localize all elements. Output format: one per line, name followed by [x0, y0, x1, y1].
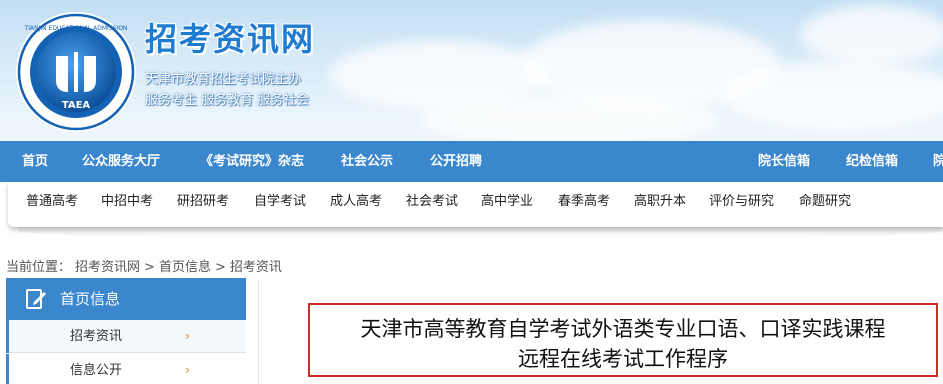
subnav-item-proposition-research[interactable]: 命题研究	[799, 182, 851, 222]
subnav-item-evaluation-research[interactable]: 评价与研究	[709, 182, 774, 222]
chevron-right-icon: ›	[185, 363, 190, 377]
nav-item-discipline-mailbox[interactable]: 纪检信箱	[846, 141, 898, 182]
breadcrumb-link-home[interactable]: 招考资讯网	[75, 260, 140, 275]
sidebar-item-admission-news[interactable]: 招考资讯 ›	[6, 320, 246, 353]
site-slogan: 服务考生 服务教育 服务社会	[145, 93, 310, 108]
subnav-item-self-study-exam[interactable]: 自学考试	[254, 182, 306, 222]
active-indicator	[6, 320, 9, 353]
sidebar-heading: 首页信息	[6, 278, 246, 320]
breadcrumb-current[interactable]: 招考资讯	[230, 260, 282, 275]
breadcrumb-separator: >	[144, 260, 155, 275]
chevron-right-icon: ›	[185, 329, 190, 343]
nav-item-truncated[interactable]: 院	[933, 141, 943, 182]
breadcrumb-separator: >	[214, 260, 226, 275]
subnav-item-spring-gaokao[interactable]: 春季高考	[558, 182, 610, 222]
sidebar-item-info-disclosure[interactable]: 信息公开 ›	[6, 354, 246, 384]
site-subtitle-organizer: 天津市教育招生考试院主办	[145, 72, 302, 87]
subnav-item-zhongkao[interactable]: 中招中考	[101, 182, 153, 222]
logo-text: TAEA	[62, 100, 91, 111]
sidebar-item-label: 信息公开	[70, 363, 123, 378]
subnav-item-graduate-exam[interactable]: 研招研考	[177, 182, 229, 222]
breadcrumb: 当前位置： 招考资讯网 > 首页信息 > 招考资讯	[6, 256, 286, 275]
site-banner: TIANJIN EDUCATIONAL ADMISSION TAEA 招考资讯网…	[0, 0, 943, 141]
sidebar-item-label: 招考资讯	[70, 329, 123, 344]
subnav-item-social-exam[interactable]: 社会考试	[406, 182, 458, 222]
nav-item-home[interactable]: 首页	[22, 141, 48, 182]
edit-document-icon	[26, 289, 46, 309]
sidebar-heading-label: 首页信息	[60, 290, 121, 308]
subnav-item-vocational-upgrade[interactable]: 高职升本	[634, 182, 686, 222]
nav-item-public-notice[interactable]: 社会公示	[341, 141, 393, 182]
subnav-item-gaokao[interactable]: 普通高考	[26, 182, 78, 222]
nav-item-president-mailbox[interactable]: 院长信箱	[758, 141, 810, 182]
svg-text:TIANJIN EDUCATIONAL ADMISSION: TIANJIN EDUCATIONAL ADMISSION	[24, 25, 128, 32]
nav-item-recruitment[interactable]: 公开招聘	[430, 141, 482, 182]
taea-logo-icon: TIANJIN EDUCATIONAL ADMISSION TAEA	[16, 12, 136, 132]
subnav-item-adult-exam[interactable]: 成人高考	[330, 182, 382, 222]
subnav-item-high-school-academic[interactable]: 高中学业	[481, 182, 533, 222]
site-logo[interactable]: TIANJIN EDUCATIONAL ADMISSION TAEA	[12, 8, 140, 136]
breadcrumb-prefix: 当前位置：	[6, 260, 72, 275]
article-title-line1: 天津市高等教育自学考试外语类专业口语、口译实践课程	[360, 317, 886, 341]
sub-nav: 普通高考 中招中考 研招研考 自学考试 成人高考 社会考试 高中学业 春季高考 …	[8, 182, 943, 227]
breadcrumb-link-homepage-info[interactable]: 首页信息	[159, 260, 211, 275]
sidebar: 首页信息 招考资讯 › 信息公开 ›	[6, 278, 246, 384]
nav-item-exam-research-magazine[interactable]: 《考试研究》杂志	[200, 141, 304, 182]
article-title-box: 天津市高等教育自学考试外语类专业口语、口译实践课程 远程在线考试工作程序	[308, 303, 938, 377]
article-title-line2: 远程在线考试工作程序	[518, 347, 728, 371]
site-title: 招考资讯网	[145, 20, 316, 58]
main-nav: 首页 公众服务大厅 《考试研究》杂志 社会公示 公开招聘 院长信箱 纪检信箱 院	[0, 141, 943, 182]
active-indicator	[6, 354, 9, 384]
nav-item-public-service-hall[interactable]: 公众服务大厅	[82, 141, 160, 182]
